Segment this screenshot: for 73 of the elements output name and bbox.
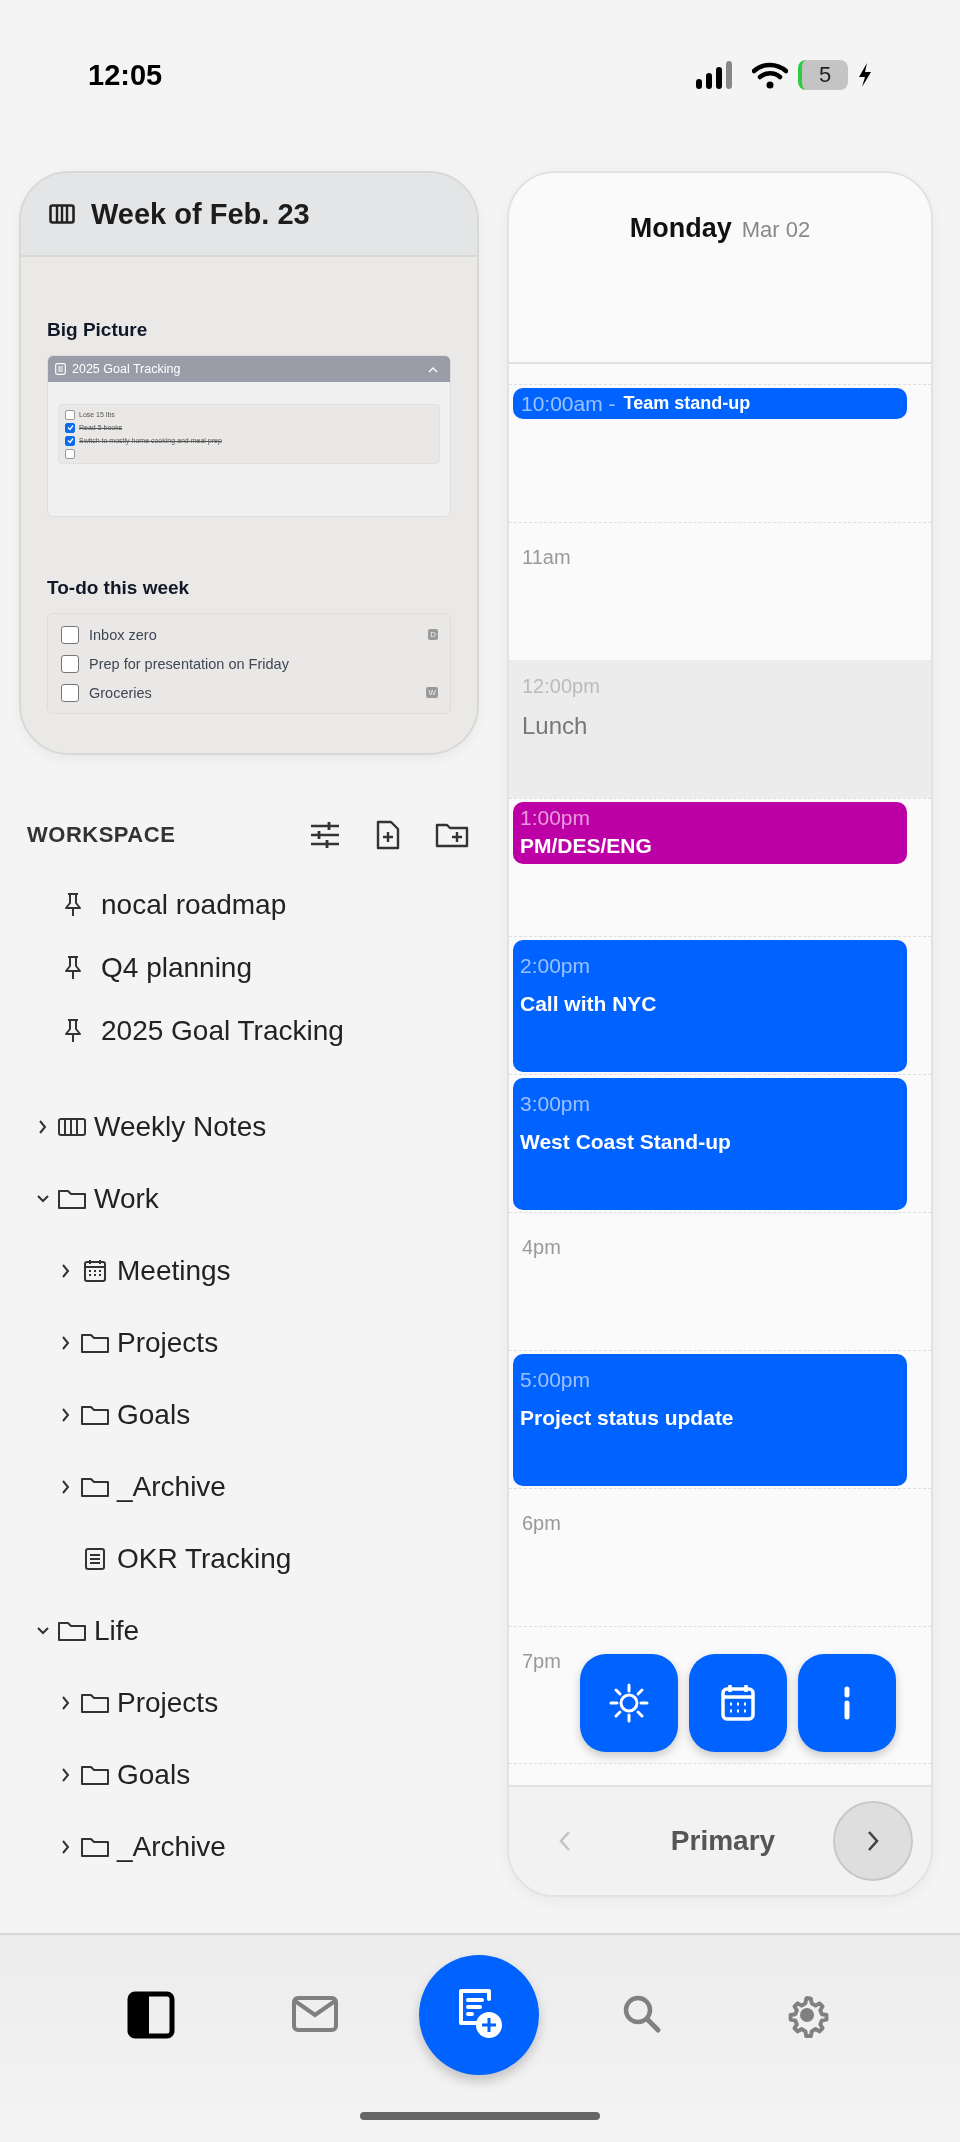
wifi-icon (752, 61, 788, 89)
new-note-icon[interactable] (375, 819, 401, 851)
columns-icon (49, 204, 75, 224)
charging-icon (858, 63, 872, 87)
tree-item[interactable]: Meetings (19, 1235, 231, 1307)
calendar-button[interactable] (689, 1654, 787, 1752)
caret-icon[interactable] (428, 365, 438, 373)
checkbox[interactable] (65, 422, 75, 433)
folder-icon (79, 1475, 111, 1499)
sun-button[interactable] (580, 1654, 678, 1752)
tree-item[interactable]: Goals (19, 1379, 191, 1451)
pinned-item[interactable]: Q4 planning (19, 936, 252, 999)
day-title: Monday (629, 213, 732, 244)
hour-label: 6pm (522, 1512, 561, 1535)
tree-item[interactable]: OKR Tracking (19, 1523, 292, 1595)
sliders-icon[interactable] (309, 821, 341, 849)
calendar-event[interactable]: 1:00pm PM/DES/ENG (513, 802, 907, 864)
calendar-event[interactable]: 2:00pm Call with NYC (513, 940, 907, 1072)
hour-label: 7pm (522, 1650, 561, 1673)
checkbox[interactable] (65, 448, 75, 459)
todo-text: Groceries (89, 684, 153, 701)
checkbox[interactable] (65, 435, 75, 446)
battery-level: 5 (798, 60, 848, 90)
section-heading: To-do this week (47, 577, 191, 599)
event-title: Lunch (522, 712, 588, 740)
folder-icon (79, 1835, 111, 1859)
pinned-item[interactable]: nocal roadmap (19, 873, 287, 936)
todo-text: Prep for presentation on Friday (89, 655, 290, 672)
calendar-event[interactable]: 3:00pm West Coast Stand-up (513, 1078, 907, 1210)
embed-title: 2025 Goal Tracking (72, 362, 182, 376)
pin-icon (64, 1017, 82, 1044)
tree-item[interactable]: Weekly Notes (19, 1091, 267, 1163)
todo-text: Inbox zero (89, 626, 158, 643)
chevron-right-icon (865, 1829, 881, 1853)
tag: W (426, 687, 438, 698)
more-button[interactable] (798, 1654, 896, 1752)
folder-icon (56, 1187, 88, 1211)
columns-icon (56, 1115, 88, 1139)
section-heading: Big Picture (47, 319, 149, 341)
pinned-item[interactable]: 2025 Goal Tracking (19, 999, 344, 1062)
calendar-name: Primary (670, 1825, 776, 1857)
tree-item[interactable]: Goals (19, 1739, 191, 1811)
day-date: Mar 02 (741, 217, 811, 243)
tag: D (428, 629, 438, 640)
tree-item[interactable]: _Archive (19, 1811, 226, 1883)
section-title: WORKSPACE (27, 822, 176, 848)
calendar-event[interactable]: 10:00am - Team stand-up (513, 388, 907, 419)
folder-icon (79, 1331, 111, 1355)
folder-icon (79, 1403, 111, 1427)
status-time: 12:05 (88, 58, 163, 92)
folder-icon (79, 1763, 111, 1787)
tree-item[interactable]: Projects (19, 1667, 219, 1739)
note-icon (55, 363, 66, 375)
checkbox[interactable] (61, 654, 79, 673)
folder-icon (56, 1619, 88, 1643)
folder-icon (79, 1691, 111, 1715)
new-folder-icon[interactable] (435, 821, 469, 849)
calendar-event[interactable]: 5:00pm Project status update (513, 1354, 907, 1486)
pin-icon (64, 954, 82, 981)
checkbox[interactable] (61, 683, 79, 702)
more-icon (844, 1686, 850, 1720)
tree-item[interactable]: Life (19, 1595, 140, 1667)
checkbox[interactable] (65, 409, 75, 420)
hour-label: 11am (522, 546, 571, 569)
tree-item[interactable]: _Archive (19, 1451, 226, 1523)
checkbox[interactable] (61, 625, 79, 644)
hour-label: 4pm (522, 1236, 561, 1259)
compose-button[interactable] (419, 1954, 539, 2075)
sun-icon (607, 1681, 651, 1725)
pin-icon (64, 891, 82, 918)
tree-item[interactable]: Work (19, 1163, 159, 1235)
tree-item[interactable]: Projects (19, 1307, 219, 1379)
week-title: Week of Feb. 23 (91, 197, 310, 231)
